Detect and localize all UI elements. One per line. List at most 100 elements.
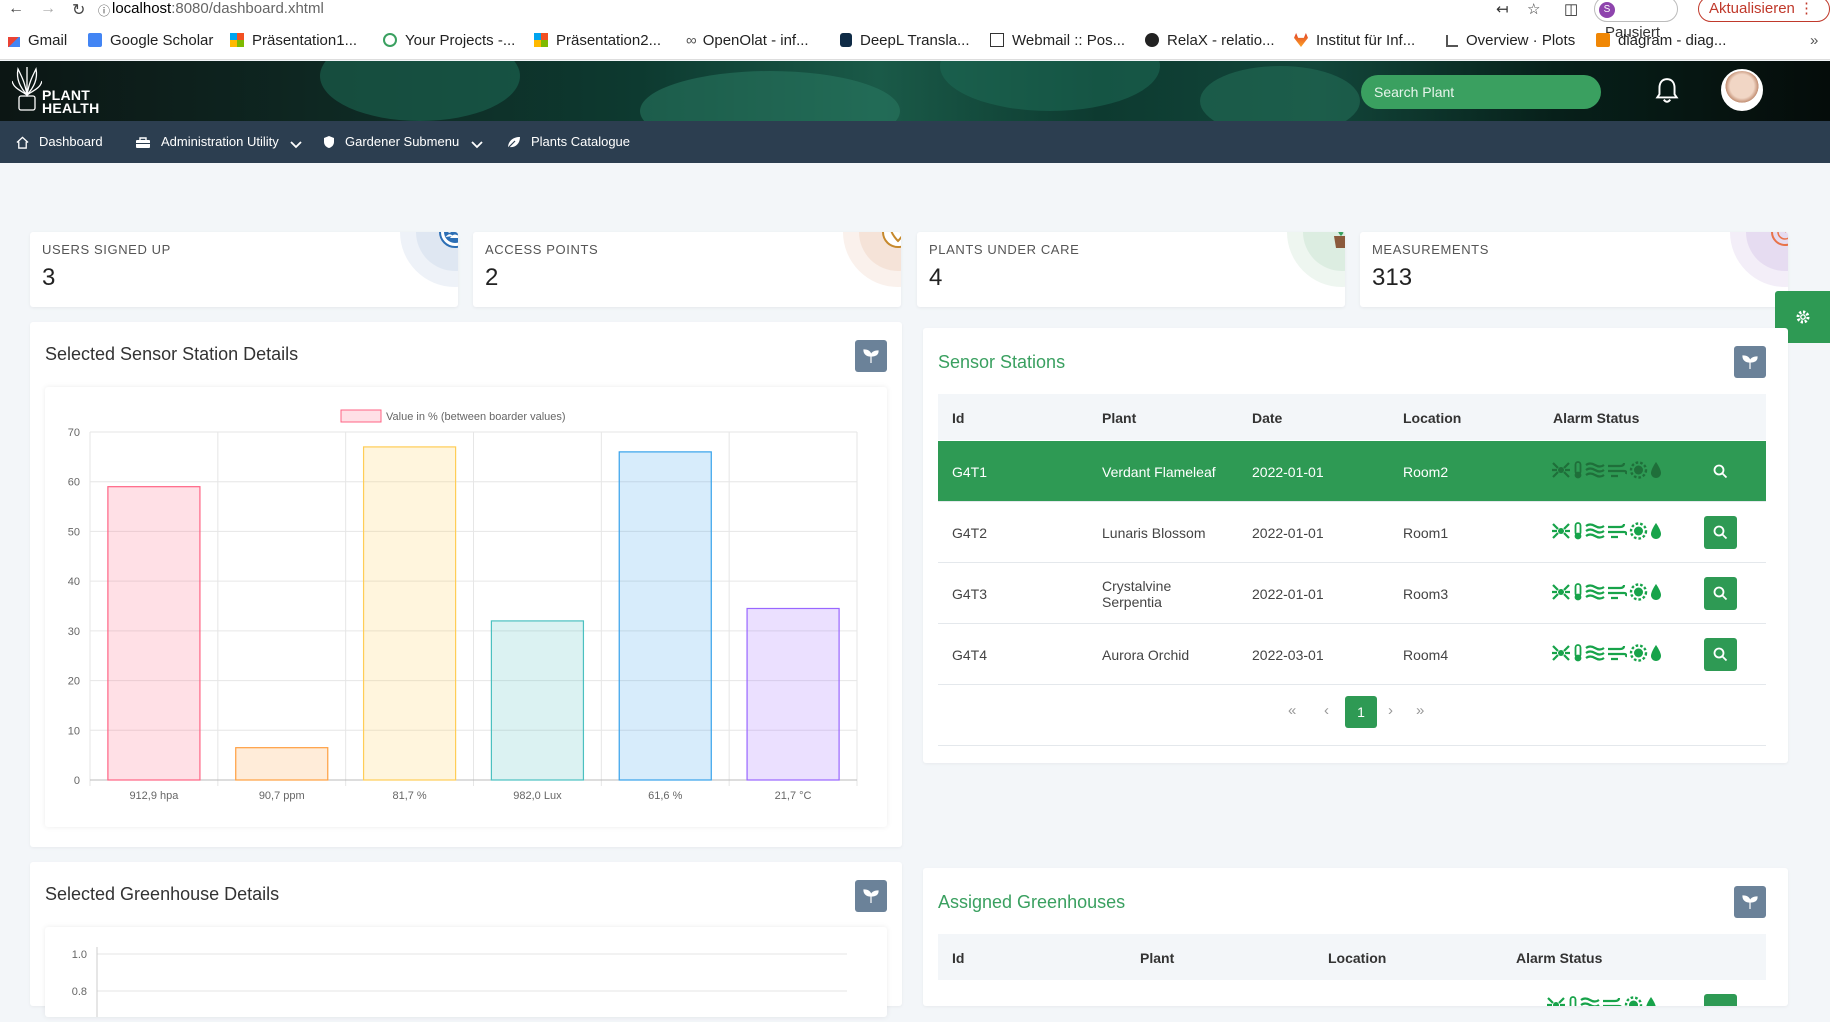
update-button[interactable]: Aktualisieren ⋮	[1698, 0, 1830, 22]
column-header-location[interactable]: Location	[1328, 950, 1386, 966]
bookmarks-overflow-icon[interactable]: »	[1810, 30, 1818, 52]
map-pin-icon	[882, 232, 901, 248]
home-icon	[16, 136, 29, 149]
y-tick-label: 10	[68, 725, 80, 737]
bookmark-label: Institut für Inf...	[1316, 32, 1416, 49]
table-row[interactable]: G4T2 Lunaris Blossom 2022-01-01 Room1	[938, 502, 1766, 563]
droplet-icon	[1650, 522, 1662, 545]
bookmark-label: Overview · Plots	[1466, 32, 1576, 49]
reload-icon[interactable]: ↻	[72, 0, 85, 19]
address-bar[interactable]: localhost:8080/dashboard.xhtml	[112, 0, 324, 18]
view-station-button[interactable]	[1704, 577, 1737, 610]
bookmark-deepl[interactable]: DeepL Transla...	[840, 30, 970, 52]
bookmark-your-projects[interactable]: Your Projects -...	[383, 30, 515, 52]
assigned-greenhouses-panel: Assigned Greenhouses Id Plant Location A…	[923, 868, 1788, 1006]
bug-icon	[1551, 522, 1571, 545]
view-station-button[interactable]	[1704, 638, 1737, 671]
bookmark-praesentation2[interactable]: Präsentation2...	[534, 30, 661, 52]
panel-title: Selected Sensor Station Details	[45, 344, 299, 364]
menu-administration[interactable]: Administration Utility	[135, 121, 312, 163]
view-station-button[interactable]	[1704, 516, 1737, 549]
menu-gardener[interactable]: Gardener Submenu	[323, 121, 493, 163]
thermometer-icon	[1573, 522, 1583, 545]
view-greenhouse-button[interactable]	[1704, 994, 1737, 1006]
y-tick-label: 0	[74, 775, 80, 787]
search-plant-input[interactable]	[1361, 75, 1601, 109]
bookmark-gmail[interactable]: Gmail	[8, 30, 67, 52]
bug-icon	[1551, 583, 1571, 606]
stat-label: MEASUREMENTS	[1372, 242, 1489, 257]
seedling-icon	[863, 349, 879, 363]
forward-arrow-icon[interactable]: →	[40, 0, 56, 18]
column-header-alarm-status[interactable]: Alarm Status	[1516, 950, 1602, 966]
wind-icon	[1602, 996, 1622, 1006]
bookmark-webmail[interactable]: Webmail :: Pos...	[990, 30, 1125, 52]
notification-bell-icon[interactable]	[1654, 77, 1680, 105]
cell-location: Room4	[1403, 646, 1449, 663]
table-row[interactable]: G4T3 Crystalvine Serpentia 2022-01-01 Ro…	[938, 563, 1766, 624]
bookmark-label: Your Projects -...	[405, 32, 516, 49]
cell-id: G4T3	[952, 585, 988, 602]
droplet-icon	[1650, 583, 1662, 606]
alarm-status-icons-partial	[1546, 996, 1666, 1006]
deepl-icon	[840, 33, 852, 47]
sensor-stations-action-button[interactable]	[1734, 346, 1766, 378]
share-icon[interactable]: ↤	[1496, 0, 1509, 18]
bookmark-institut[interactable]: Institut für Inf...	[1294, 30, 1415, 52]
user-avatar[interactable]	[1721, 69, 1763, 111]
bar	[490, 620, 585, 781]
logo-line2: HEALTH	[42, 100, 100, 116]
droplet-icon	[1645, 996, 1657, 1006]
info-icon[interactable]: ⓘ	[98, 2, 110, 20]
column-header-id[interactable]: Id	[952, 950, 964, 966]
bookmark-label: Präsentation2...	[556, 32, 662, 49]
assigned-greenhouses-action-button[interactable]	[1734, 886, 1766, 918]
x-tick-label: 982,0 Lux	[513, 790, 562, 802]
table-row[interactable]: G4T1 Verdant Flameleaf 2022-01-01 Room2	[938, 441, 1766, 502]
first-page-button[interactable]: «	[1288, 702, 1296, 719]
x-tick-label: 912,9 hpa	[129, 790, 179, 802]
table-header: Id Plant Date Location Alarm Status	[938, 394, 1766, 440]
greenhouse-details-action-button[interactable]	[855, 880, 887, 912]
bookmark-praesentation1[interactable]: Präsentation1...	[230, 30, 357, 52]
bar	[362, 446, 457, 781]
view-station-button[interactable]	[1704, 455, 1737, 488]
bookmark-label: Webmail :: Pos...	[1012, 32, 1126, 49]
sensor-stations-panel: Sensor Stations Id Plant Date Location A…	[923, 328, 1788, 763]
humidity-waves-icon	[1585, 644, 1605, 667]
current-page-button[interactable]: 1	[1345, 696, 1377, 728]
users-group-icon	[439, 232, 458, 248]
menu-plants-catalogue[interactable]: Plants Catalogue	[506, 121, 630, 163]
panel-title: Sensor Stations	[938, 352, 1066, 372]
stat-value: 3	[42, 264, 56, 291]
menu-dashboard[interactable]: Dashboard	[16, 121, 103, 163]
greenhouse-chart-card: 1.0 0.8	[45, 927, 887, 1017]
column-header-plant[interactable]: Plant	[1102, 410, 1136, 426]
column-header-date[interactable]: Date	[1252, 410, 1282, 426]
bookmark-scholar[interactable]: Google Scholar	[88, 30, 213, 52]
profile-paused-button[interactable]: SPausiert	[1594, 0, 1678, 41]
next-page-button[interactable]: ›	[1388, 702, 1393, 719]
column-header-plant[interactable]: Plant	[1140, 950, 1174, 966]
prev-page-button[interactable]: ‹	[1324, 702, 1329, 719]
table-row[interactable]: G4T4 Aurora Orchid 2022-03-01 Room4	[938, 624, 1766, 685]
sensor-details-action-button[interactable]	[855, 340, 887, 372]
last-page-button[interactable]: »	[1416, 702, 1424, 719]
bookmark-relax[interactable]: RelaX - relatio...	[1145, 30, 1275, 52]
sidepanel-icon[interactable]: ◫	[1564, 0, 1578, 18]
stat-label: PLANTS UNDER CARE	[929, 242, 1080, 257]
bookmark-plots[interactable]: Overview · Plots	[1446, 30, 1575, 52]
greenhouse-details-panel: Selected Greenhouse Details 1.0 0.8	[30, 862, 902, 1017]
microsoft-icon	[230, 33, 244, 47]
column-header-alarm-status[interactable]: Alarm Status	[1553, 410, 1639, 426]
column-header-id[interactable]: Id	[952, 410, 964, 426]
bookmark-star-icon[interactable]: ☆	[1527, 0, 1540, 18]
app-logo[interactable]: PLANT HEALTH	[12, 65, 102, 117]
cell-date: 2022-03-01	[1252, 646, 1324, 663]
bookmark-openolat[interactable]: ∞ OpenOlat - inf...	[686, 30, 809, 52]
column-header-location[interactable]: Location	[1403, 410, 1461, 426]
bookmark-diagram[interactable]: diagram - diag...	[1596, 30, 1726, 52]
thermometer-icon	[1573, 461, 1583, 484]
back-arrow-icon[interactable]: ←	[8, 0, 24, 18]
x-tick-label: 90,7 ppm	[259, 790, 305, 802]
